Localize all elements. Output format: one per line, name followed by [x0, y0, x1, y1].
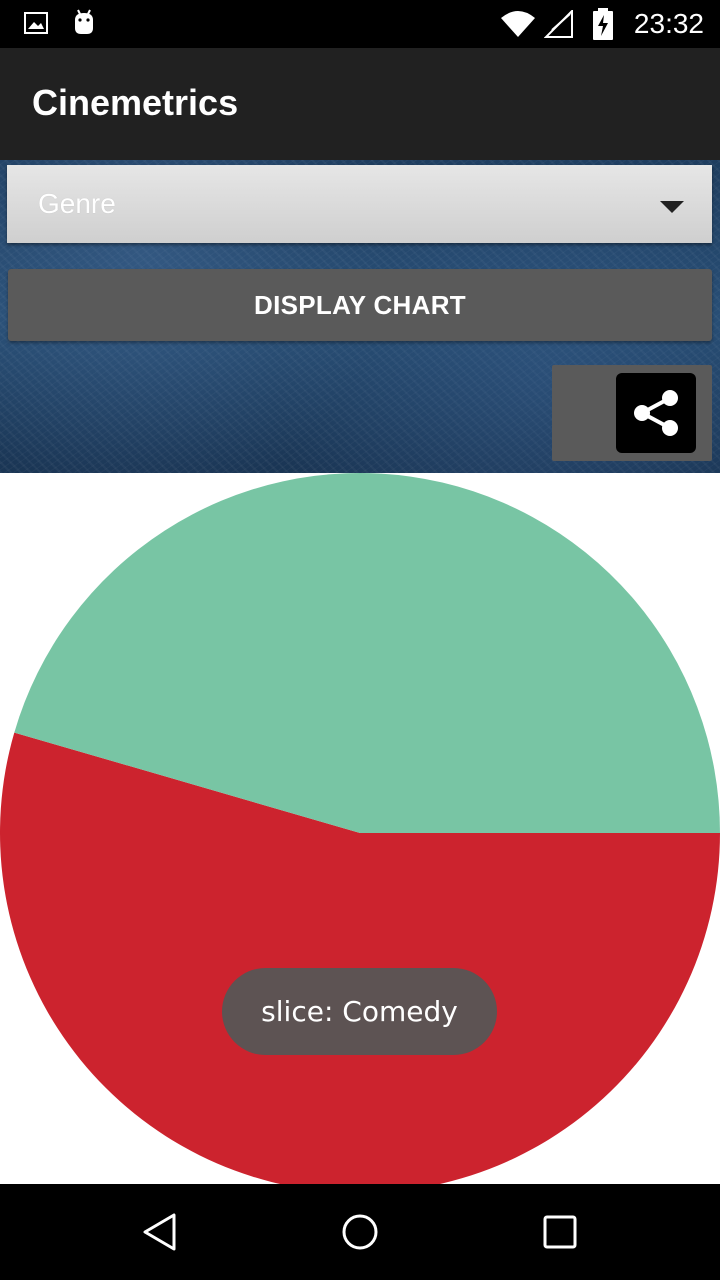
app-bar: Cinemetrics	[0, 48, 720, 160]
status-time: 23:32	[633, 8, 704, 39]
image-notification-icon	[24, 12, 48, 39]
display-chart-button[interactable]: DISPLAY CHART	[8, 269, 712, 341]
home-icon[interactable]	[340, 1212, 380, 1257]
android-notification-icon	[70, 8, 98, 41]
share-button-container[interactable]	[552, 365, 712, 461]
share-icon	[634, 390, 678, 436]
genre-spinner[interactable]: Genre	[7, 165, 712, 243]
recents-icon[interactable]	[542, 1214, 578, 1255]
pie-chart[interactable]	[0, 473, 720, 1184]
slice-toast: slice: Comedy	[222, 968, 497, 1055]
controls-panel: Genre DISPLAY CHART	[0, 160, 720, 473]
dropdown-arrow-icon	[660, 201, 684, 213]
pie-chart-area[interactable]	[0, 473, 720, 1184]
navigation-bar	[0, 1184, 720, 1280]
spinner-selected-value: Genre	[38, 188, 116, 219]
battery-charging-icon	[592, 8, 614, 45]
app-title: Cinemetrics	[32, 82, 239, 123]
share-button[interactable]	[616, 373, 696, 453]
status-bar: 23:32	[0, 0, 720, 48]
wifi-icon	[500, 10, 536, 43]
signal-icon	[543, 8, 574, 43]
back-icon[interactable]	[140, 1212, 180, 1257]
